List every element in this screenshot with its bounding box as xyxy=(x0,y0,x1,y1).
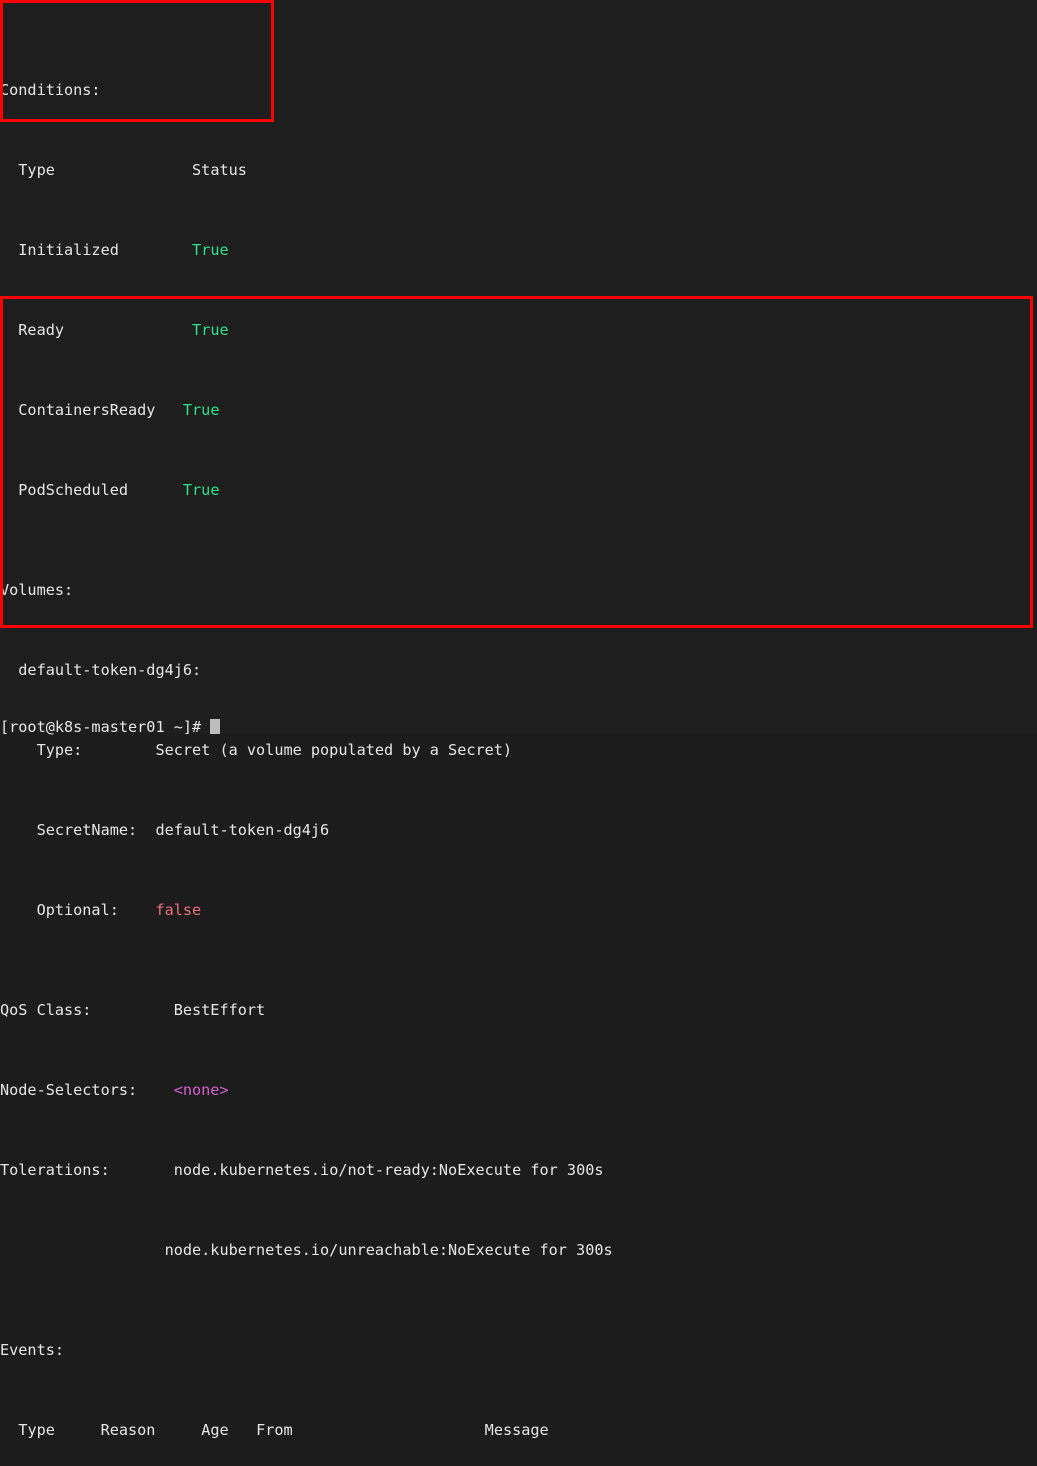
volume-secretname-line: SecretName: default-token-dg4j6 xyxy=(0,820,1037,840)
tolerations-line: Tolerations: node.kubernetes.io/not-read… xyxy=(0,1160,1037,1180)
conditions-column-header: Type Status xyxy=(0,160,1037,180)
conditions-col-status: Status xyxy=(192,161,247,179)
volume-name: default-token-dg4j6: xyxy=(0,661,202,679)
terminal-window[interactable]: Conditions: Type Status Initialized True… xyxy=(0,0,1037,1439)
condition-row: PodScheduled True xyxy=(0,480,1037,500)
events-col-from: From xyxy=(256,1421,293,1439)
condition-row: ContainersReady True xyxy=(0,400,1037,420)
volume-optional-key: Optional: xyxy=(0,901,119,919)
volume-type-key: Type: xyxy=(0,741,83,759)
condition-type: ContainersReady xyxy=(0,401,156,419)
condition-row: Ready True xyxy=(0,320,1037,340)
tolerations-key: Tolerations: xyxy=(0,1161,110,1179)
volumes-header: Volumes: xyxy=(0,581,74,599)
text-cursor[interactable] xyxy=(210,719,221,734)
tolerations-line-2: node.kubernetes.io/unreachable:NoExecute… xyxy=(0,1240,1037,1260)
volume-type-value: Secret (a volume populated by a Secret) xyxy=(155,741,513,759)
events-col-type: Type xyxy=(18,1421,55,1439)
condition-status: True xyxy=(182,401,220,419)
events-col-reason: Reason xyxy=(100,1421,156,1439)
qos-class-line: QoS Class: BestEffort xyxy=(0,1000,1037,1020)
condition-type: PodScheduled xyxy=(0,481,129,499)
volume-optional-line: Optional: false xyxy=(0,900,1037,920)
volume-optional-value: false xyxy=(155,901,202,919)
qos-class-key: QoS Class: xyxy=(0,1001,92,1019)
node-selectors-line: Node-Selectors: <none> xyxy=(0,1080,1037,1100)
toleration-value: node.kubernetes.io/unreachable:NoExecute… xyxy=(164,1241,613,1259)
events-col-age: Age xyxy=(201,1421,229,1439)
qos-class-value: BestEffort xyxy=(173,1001,266,1019)
events-col-message: Message xyxy=(484,1421,549,1439)
condition-status: True xyxy=(182,481,220,499)
events-header: Events: xyxy=(0,1341,65,1359)
condition-type: Initialized xyxy=(0,241,119,259)
toleration-value: node.kubernetes.io/not-ready:NoExecute f… xyxy=(173,1161,604,1179)
events-column-headers: Type Reason Age From Message xyxy=(0,1420,1037,1440)
conditions-col-type: Type xyxy=(0,161,55,179)
final-shell-prompt-line: [root@k8s-master01 ~]# xyxy=(0,717,1037,737)
node-selectors-value: <none> xyxy=(173,1081,229,1099)
condition-row: Initialized True xyxy=(0,240,1037,260)
condition-type: Ready xyxy=(0,321,65,339)
condition-status: True xyxy=(192,321,229,339)
conditions-header: Conditions: xyxy=(0,81,101,99)
condition-status: True xyxy=(192,241,229,259)
volume-secretname-key: SecretName: xyxy=(0,821,138,839)
volume-secretname-value: default-token-dg4j6 xyxy=(155,821,330,839)
node-selectors-key: Node-Selectors: xyxy=(0,1081,138,1099)
shell-prompt: [root@k8s-master01 ~]# xyxy=(0,718,202,736)
volume-type-line: Type: Secret (a volume populated by a Se… xyxy=(0,740,1037,760)
